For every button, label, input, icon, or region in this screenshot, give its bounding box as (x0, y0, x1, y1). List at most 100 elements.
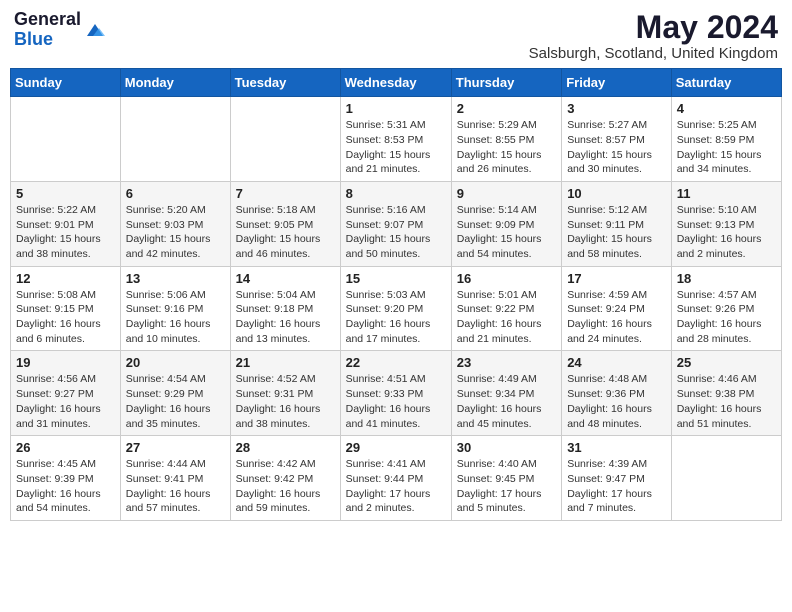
calendar-day-13: 13 Sunrise: 5:06 AM Sunset: 9:16 PM Dayli… (120, 266, 230, 351)
day-info: Sunrise: 5:06 AM Sunset: 9:16 PM Dayligh… (126, 288, 225, 347)
calendar-day-3: 3Sunrise: 5:27 AM Sunset: 8:57 PM Daylig… (562, 97, 672, 182)
calendar-day-17: 17 Sunrise: 4:59 AM Sunset: 9:24 PM Dayli… (562, 266, 672, 351)
col-header-saturday: Saturday (671, 69, 781, 97)
day-info: Sunrise: 4:57 AM Sunset: 9:26 PM Dayligh… (677, 288, 776, 347)
day-number: 17 (567, 271, 666, 286)
logo: General Blue (14, 10, 107, 50)
day-number: 6 (126, 186, 225, 201)
day-number: 16 (457, 271, 556, 286)
calendar-day-30: 30 Sunrise: 4:40 AM Sunset: 9:45 PM Dayli… (451, 436, 561, 521)
calendar-day-21: 21 Sunrise: 4:52 AM Sunset: 9:31 PM Dayli… (230, 351, 340, 436)
day-number: 11 (677, 186, 776, 201)
day-info: Sunrise: 5:29 AM Sunset: 8:55 PM Dayligh… (457, 118, 556, 177)
calendar-day-29: 29 Sunrise: 4:41 AM Sunset: 9:44 PM Dayli… (340, 436, 451, 521)
calendar-day-1: 1 Sunrise: 5:31 AM Sunset: 8:53 PM Daylig… (340, 97, 451, 182)
day-number: 19 (16, 355, 115, 370)
col-header-wednesday: Wednesday (340, 69, 451, 97)
calendar-day-22: 22 Sunrise: 4:51 AM Sunset: 9:33 PM Dayli… (340, 351, 451, 436)
day-number: 7 (236, 186, 335, 201)
location-text: Salsburgh, Scotland, United Kingdom (529, 45, 778, 62)
day-number: 14 (236, 271, 335, 286)
col-header-sunday: Sunday (11, 69, 121, 97)
day-info: Sunrise: 5:20 AM Sunset: 9:03 PM Dayligh… (126, 203, 225, 262)
logo-icon (83, 18, 107, 42)
empty-cell (120, 97, 230, 182)
calendar-table: SundayMondayTuesdayWednesdayThursdayFrid… (10, 68, 782, 521)
logo-blue-text: Blue (14, 29, 53, 49)
calendar-day-25: 25Sunrise: 4:46 AM Sunset: 9:38 PM Dayli… (671, 351, 781, 436)
empty-cell (230, 97, 340, 182)
calendar-week-row: 1 Sunrise: 5:31 AM Sunset: 8:53 PM Daylig… (11, 97, 782, 182)
day-number: 18 (677, 271, 776, 286)
day-number: 13 (126, 271, 225, 286)
day-number: 30 (457, 440, 556, 455)
calendar-day-15: 15 Sunrise: 5:03 AM Sunset: 9:20 PM Dayli… (340, 266, 451, 351)
day-number: 28 (236, 440, 335, 455)
calendar-day-16: 16Sunrise: 5:01 AM Sunset: 9:22 PM Dayli… (451, 266, 561, 351)
col-header-friday: Friday (562, 69, 672, 97)
day-number: 24 (567, 355, 666, 370)
day-info: Sunrise: 5:22 AM Sunset: 9:01 PM Dayligh… (16, 203, 115, 262)
day-number: 27 (126, 440, 225, 455)
day-number: 1 (346, 101, 446, 116)
day-info: Sunrise: 5:08 AM Sunset: 9:15 PM Dayligh… (16, 288, 115, 347)
day-info: Sunrise: 5:25 AM Sunset: 8:59 PM Dayligh… (677, 118, 776, 177)
month-year-title: May 2024 (529, 10, 778, 45)
calendar-day-26: 26Sunrise: 4:45 AM Sunset: 9:39 PM Dayli… (11, 436, 121, 521)
calendar-week-row: 26Sunrise: 4:45 AM Sunset: 9:39 PM Dayli… (11, 436, 782, 521)
calendar-header-row: SundayMondayTuesdayWednesdayThursdayFrid… (11, 69, 782, 97)
day-number: 21 (236, 355, 335, 370)
logo-general-text: General (14, 9, 81, 29)
calendar-week-row: 5 Sunrise: 5:22 AM Sunset: 9:01 PM Daylig… (11, 181, 782, 266)
calendar-day-23: 23Sunrise: 4:49 AM Sunset: 9:34 PM Dayli… (451, 351, 561, 436)
day-number: 10 (567, 186, 666, 201)
title-block: May 2024 Salsburgh, Scotland, United Kin… (529, 10, 778, 62)
day-number: 29 (346, 440, 446, 455)
calendar-day-2: 2 Sunrise: 5:29 AM Sunset: 8:55 PM Daylig… (451, 97, 561, 182)
day-info: Sunrise: 5:27 AM Sunset: 8:57 PM Dayligh… (567, 118, 666, 177)
calendar-day-20: 20Sunrise: 4:54 AM Sunset: 9:29 PM Dayli… (120, 351, 230, 436)
day-info: Sunrise: 5:16 AM Sunset: 9:07 PM Dayligh… (346, 203, 446, 262)
calendar-week-row: 12Sunrise: 5:08 AM Sunset: 9:15 PM Dayli… (11, 266, 782, 351)
day-info: Sunrise: 4:40 AM Sunset: 9:45 PM Dayligh… (457, 457, 556, 516)
day-info: Sunrise: 5:04 AM Sunset: 9:18 PM Dayligh… (236, 288, 335, 347)
col-header-thursday: Thursday (451, 69, 561, 97)
calendar-day-24: 24Sunrise: 4:48 AM Sunset: 9:36 PM Dayli… (562, 351, 672, 436)
day-info: Sunrise: 5:03 AM Sunset: 9:20 PM Dayligh… (346, 288, 446, 347)
day-info: Sunrise: 5:18 AM Sunset: 9:05 PM Dayligh… (236, 203, 335, 262)
day-info: Sunrise: 4:45 AM Sunset: 9:39 PM Dayligh… (16, 457, 115, 516)
empty-cell (11, 97, 121, 182)
day-info: Sunrise: 5:31 AM Sunset: 8:53 PM Dayligh… (346, 118, 446, 177)
calendar-day-19: 19 Sunrise: 4:56 AM Sunset: 9:27 PM Dayli… (11, 351, 121, 436)
col-header-tuesday: Tuesday (230, 69, 340, 97)
day-number: 22 (346, 355, 446, 370)
calendar-day-5: 5 Sunrise: 5:22 AM Sunset: 9:01 PM Daylig… (11, 181, 121, 266)
day-number: 31 (567, 440, 666, 455)
empty-cell (671, 436, 781, 521)
day-number: 8 (346, 186, 446, 201)
day-info: Sunrise: 4:52 AM Sunset: 9:31 PM Dayligh… (236, 372, 335, 431)
calendar-week-row: 19 Sunrise: 4:56 AM Sunset: 9:27 PM Dayli… (11, 351, 782, 436)
day-info: Sunrise: 4:51 AM Sunset: 9:33 PM Dayligh… (346, 372, 446, 431)
day-info: Sunrise: 5:14 AM Sunset: 9:09 PM Dayligh… (457, 203, 556, 262)
day-number: 2 (457, 101, 556, 116)
calendar-day-6: 6 Sunrise: 5:20 AM Sunset: 9:03 PM Daylig… (120, 181, 230, 266)
day-number: 25 (677, 355, 776, 370)
day-info: Sunrise: 5:12 AM Sunset: 9:11 PM Dayligh… (567, 203, 666, 262)
day-info: Sunrise: 5:10 AM Sunset: 9:13 PM Dayligh… (677, 203, 776, 262)
day-info: Sunrise: 4:59 AM Sunset: 9:24 PM Dayligh… (567, 288, 666, 347)
day-info: Sunrise: 4:41 AM Sunset: 9:44 PM Dayligh… (346, 457, 446, 516)
day-info: Sunrise: 4:56 AM Sunset: 9:27 PM Dayligh… (16, 372, 115, 431)
calendar-day-4: 4 Sunrise: 5:25 AM Sunset: 8:59 PM Daylig… (671, 97, 781, 182)
calendar-day-8: 8 Sunrise: 5:16 AM Sunset: 9:07 PM Daylig… (340, 181, 451, 266)
page-header: General Blue May 2024 Salsburgh, Scotlan… (10, 10, 782, 62)
day-info: Sunrise: 4:54 AM Sunset: 9:29 PM Dayligh… (126, 372, 225, 431)
day-number: 9 (457, 186, 556, 201)
day-number: 4 (677, 101, 776, 116)
day-number: 15 (346, 271, 446, 286)
calendar-day-12: 12Sunrise: 5:08 AM Sunset: 9:15 PM Dayli… (11, 266, 121, 351)
calendar-day-7: 7 Sunrise: 5:18 AM Sunset: 9:05 PM Daylig… (230, 181, 340, 266)
day-number: 5 (16, 186, 115, 201)
calendar-day-18: 18 Sunrise: 4:57 AM Sunset: 9:26 PM Dayli… (671, 266, 781, 351)
calendar-day-27: 27Sunrise: 4:44 AM Sunset: 9:41 PM Dayli… (120, 436, 230, 521)
